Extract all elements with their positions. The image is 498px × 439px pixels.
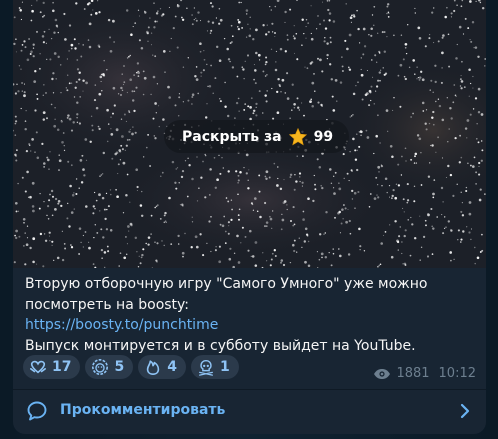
reaction-count: 17	[52, 359, 72, 375]
skull-crossbones-icon	[199, 359, 213, 376]
reaction-lion-face[interactable]: 5	[85, 355, 134, 379]
reaction-count: 1	[219, 359, 230, 375]
lion-face-icon	[92, 358, 109, 376]
reaction-fire[interactable]: 4	[138, 355, 186, 379]
star-icon	[288, 127, 307, 145]
post-time: 10:12	[438, 366, 476, 381]
post-caption: Вторую отборочную игру "Самого Умного" у…	[25, 274, 475, 356]
post-meta: 1881 10:12	[373, 366, 476, 381]
comment-label: Прокомментировать	[60, 402, 226, 418]
comment-button[interactable]: Прокомментировать	[13, 390, 486, 434]
heart-hands-icon	[29, 360, 47, 374]
caption-line: посмотреть на boosty:	[25, 296, 190, 313]
reaction-count: 4	[167, 359, 177, 375]
reveal-label: Раскрыть за	[182, 128, 282, 145]
comment-bubble-icon	[27, 401, 47, 421]
paid-media-preview[interactable]: Раскрыть за 99	[13, 0, 486, 268]
fire-icon	[147, 360, 160, 376]
caption-line: Выпуск монтируется и в субботу выйдет на…	[25, 337, 416, 354]
caption-line: Вторую отборочную игру "Самого Умного" у…	[25, 276, 428, 292]
chevron-right-icon	[460, 403, 470, 419]
view-count: 1881	[396, 366, 430, 381]
reaction-skull[interactable]: 1	[190, 355, 239, 379]
eye-icon	[374, 368, 391, 379]
reaction-count: 5	[114, 359, 125, 375]
reaction-heart-hands[interactable]: 17	[23, 355, 81, 379]
boosty-link[interactable]: https://boosty.to/punchtime	[25, 315, 475, 336]
reveal-price: 99	[313, 128, 334, 145]
reactions-bar: 17 5 4 1	[23, 355, 239, 379]
channel-post-bubble: Раскрыть за 99 Вторую отборочную игру "С…	[13, 0, 486, 434]
reveal-paid-media-button[interactable]: Раскрыть за 99	[164, 120, 350, 153]
